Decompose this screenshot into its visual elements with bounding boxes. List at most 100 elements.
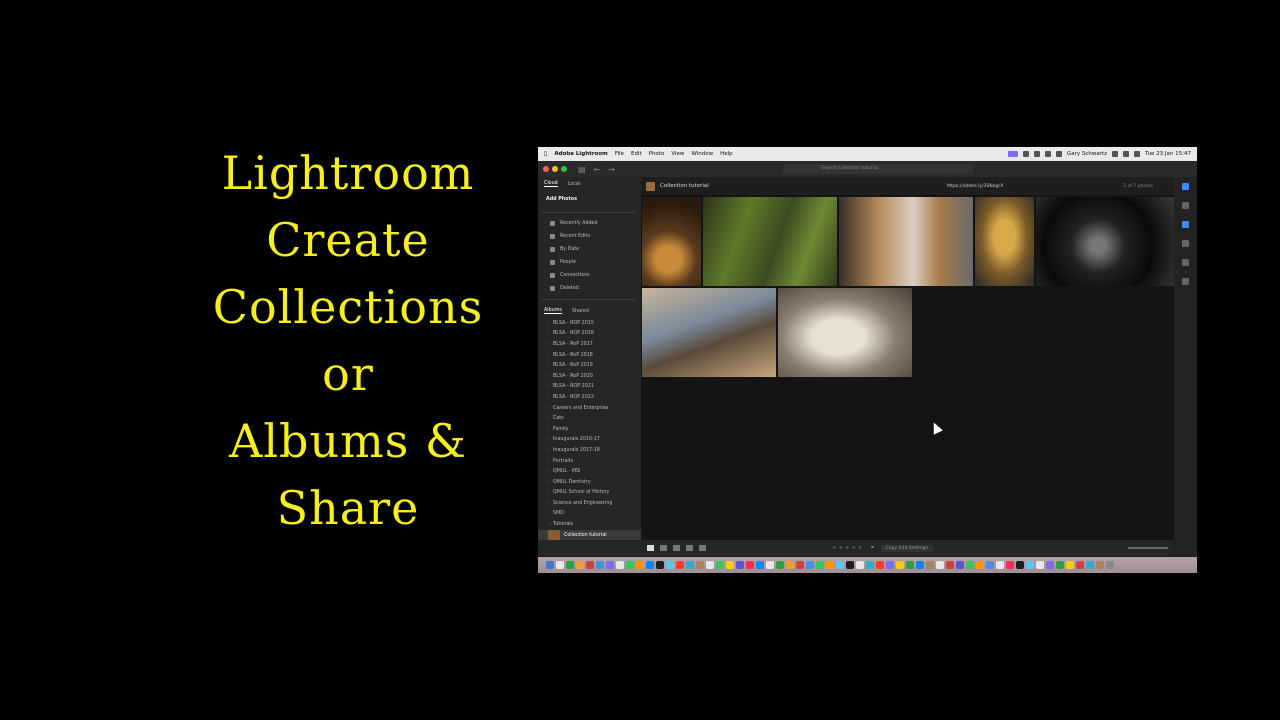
app-icon[interactable] [936, 561, 944, 569]
app-icon[interactable] [976, 561, 984, 569]
album-item[interactable]: › QMUL Dentistry [538, 477, 641, 488]
photo-thumbnail[interactable] [642, 197, 701, 286]
maximize-window-button[interactable] [561, 166, 567, 172]
grid-view-icon[interactable] [660, 545, 667, 551]
photo-thumbnail[interactable] [1036, 197, 1174, 286]
add-photos-button[interactable]: Add Photos [538, 191, 641, 208]
photo-thumbnail[interactable] [975, 197, 1034, 286]
app-icon[interactable] [846, 561, 854, 569]
lightroom-app-icon[interactable] [656, 561, 664, 569]
app-icon[interactable] [856, 561, 864, 569]
app-icon[interactable] [966, 561, 974, 569]
app-icon[interactable] [1086, 561, 1094, 569]
healing-icon[interactable] [1182, 240, 1189, 247]
sidebar-item-deleted[interactable]: Deleted [538, 282, 641, 295]
app-icon[interactable] [726, 561, 734, 569]
tray-icon[interactable] [1033, 151, 1040, 157]
app-icon[interactable] [946, 561, 954, 569]
app-icon[interactable] [766, 561, 774, 569]
album-item-selected[interactable]: Collection tutorial [538, 529, 641, 541]
star-rating[interactable]: ★★★★★ [832, 545, 864, 551]
apple-icon[interactable]:  [544, 151, 547, 157]
forward-arrow-icon[interactable]: → [608, 165, 615, 174]
app-icon[interactable] [746, 561, 754, 569]
app-icon[interactable] [716, 561, 724, 569]
app-icon[interactable] [926, 561, 934, 569]
app-icon[interactable] [1046, 561, 1054, 569]
app-icon[interactable] [816, 561, 824, 569]
app-icon[interactable] [896, 561, 904, 569]
app-icon[interactable] [736, 561, 744, 569]
photo-thumbnail[interactable] [642, 288, 776, 377]
album-item[interactable]: › Inaugurals 2017-18 [538, 445, 641, 456]
menu-window[interactable]: Window [691, 151, 713, 157]
app-icon[interactable] [996, 561, 1004, 569]
sidebar-item-connections[interactable]: Connections [538, 269, 641, 282]
album-item[interactable]: › BLSA - RoP 2020 [538, 371, 641, 382]
app-icon[interactable] [1036, 561, 1044, 569]
search-icon[interactable] [1123, 151, 1130, 157]
sort-icon[interactable] [699, 545, 706, 551]
app-icon[interactable] [986, 561, 994, 569]
history-icon[interactable] [1182, 278, 1189, 285]
app-icon[interactable] [1076, 561, 1084, 569]
red-eye-icon[interactable] [1182, 259, 1189, 266]
flag-icon[interactable]: ⚑ [870, 546, 874, 551]
album-item[interactable]: › QMUL School of History [538, 488, 641, 499]
app-icon[interactable] [866, 561, 874, 569]
app-icon[interactable] [916, 561, 924, 569]
album-item[interactable]: › Portraits [538, 456, 641, 467]
crop-icon[interactable] [1182, 202, 1189, 209]
bluetooth-icon[interactable] [1055, 151, 1062, 157]
sidebar-toggle-icon[interactable]: ▤ [578, 165, 586, 174]
edit-icon[interactable] [1182, 183, 1189, 190]
back-arrow-icon[interactable]: ← [594, 165, 601, 174]
album-item[interactable]: ⌄ Tutorials [538, 519, 641, 530]
sidebar-item-people[interactable]: People [538, 256, 641, 269]
menu-view[interactable]: View [671, 151, 684, 157]
app-icon[interactable] [646, 561, 654, 569]
copy-edit-settings-button[interactable]: Copy Edit Settings [880, 544, 933, 552]
clock[interactable]: Tue 23 Jan 15:47 [1145, 151, 1191, 157]
menu-app-name[interactable]: Adobe Lightroom [554, 151, 607, 157]
app-icon[interactable] [956, 561, 964, 569]
app-icon[interactable] [566, 561, 574, 569]
photo-thumbnail[interactable] [839, 197, 973, 286]
menu-file[interactable]: File [615, 151, 624, 157]
screen-record-icon[interactable] [1007, 151, 1018, 157]
tray-icon[interactable] [1022, 151, 1029, 157]
app-icon[interactable] [786, 561, 794, 569]
share-link[interactable]: https://adobe.ly/3SNogrX [947, 184, 1004, 189]
app-icon[interactable] [616, 561, 624, 569]
tab-shared[interactable]: Shared [572, 309, 589, 314]
search-input[interactable]: Search Collection tutorial [783, 164, 973, 174]
app-icon[interactable] [1026, 561, 1034, 569]
sidebar-item-recently-added[interactable]: Recently Added [538, 217, 641, 230]
app-icon[interactable] [826, 561, 834, 569]
close-window-button[interactable] [543, 166, 549, 172]
minimize-window-button[interactable] [552, 166, 558, 172]
album-item[interactable]: › BLSA - RoP 2017 [538, 339, 641, 350]
app-icon[interactable] [1096, 561, 1104, 569]
volume-icon[interactable] [1044, 151, 1051, 157]
album-item[interactable]: › BLSA - RoP 2018 [538, 350, 641, 361]
detail-view-icon[interactable] [673, 545, 680, 551]
album-item[interactable]: › Family [538, 424, 641, 435]
user-name[interactable]: Gary Schwartz [1067, 151, 1107, 157]
masking-icon[interactable] [1182, 221, 1189, 228]
loupe-view-icon[interactable] [686, 545, 693, 551]
app-icon[interactable] [626, 561, 634, 569]
app-icon[interactable] [576, 561, 584, 569]
app-icon[interactable] [886, 561, 894, 569]
album-item[interactable]: › Inaugurals 2016-17 [538, 435, 641, 446]
photo-thumbnail[interactable] [778, 288, 912, 377]
app-icon[interactable] [806, 561, 814, 569]
app-icon[interactable] [666, 561, 674, 569]
app-icon[interactable] [606, 561, 614, 569]
photo-thumbnail[interactable] [703, 197, 837, 286]
sidebar-item-recent-edits[interactable]: Recent Edits [538, 230, 641, 243]
square-grid-view-icon[interactable] [647, 545, 654, 551]
app-icon[interactable] [596, 561, 604, 569]
finder-icon[interactable] [546, 561, 554, 569]
app-icon[interactable] [686, 561, 694, 569]
